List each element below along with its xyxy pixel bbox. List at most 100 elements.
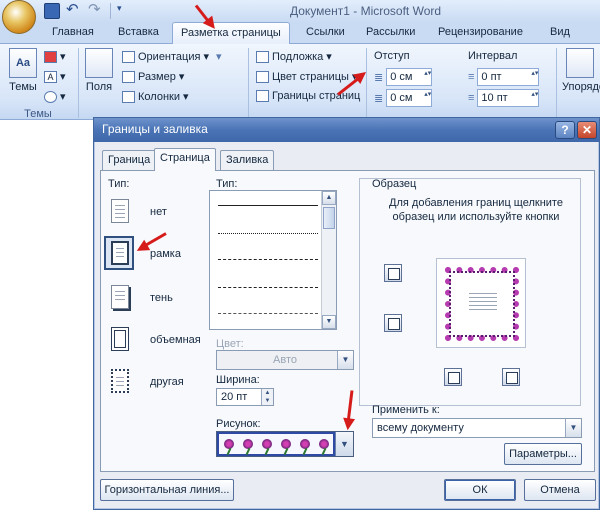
style-solid[interactable] [218,205,318,206]
scroll-thumb[interactable] [323,207,335,229]
page-color-icon [256,70,269,83]
title-bar: ↶ ↷ ▾ Документ1 - Microsoft Word [0,0,600,34]
size-icon [122,70,135,83]
left-border-button[interactable] [444,368,462,386]
margins-button[interactable]: Поля [84,48,114,93]
line-style-list[interactable]: ▲ ▼ [209,190,337,330]
theme-effects-icon [44,90,57,103]
chevron-down-icon[interactable]: ▼ [335,432,353,456]
document-area[interactable] [0,121,95,510]
setting-shadow-button[interactable] [104,280,134,314]
setting-3d-button[interactable] [104,322,134,356]
spacing-after-value[interactable]: 10 пт [477,89,540,107]
style-list-scrollbar[interactable]: ▲ ▼ [321,191,336,329]
apply-to-dropdown[interactable]: всему документу ▼ [372,418,582,438]
tab-view[interactable]: Вид [550,26,570,38]
tab-page-border[interactable]: Страница [154,148,216,171]
style-dash-dot[interactable] [218,313,318,314]
themes-button[interactable]: Aa Темы [6,48,40,93]
tab-references[interactable]: Ссылки [306,26,345,38]
tab-shading[interactable]: Заливка [220,150,275,170]
spacing-after-field[interactable]: ≡ 10 пт [468,89,540,107]
preview-text-line [469,301,497,302]
indent-right-field[interactable]: ≣ 0 см [374,89,433,107]
setting-box-label: рамка [150,248,181,260]
help-icon[interactable]: ? [555,121,575,139]
tab-review[interactable]: Рецензирование [438,26,523,38]
tab-borders[interactable]: Граница [102,150,157,170]
flower-border-art [219,434,333,454]
margins-label: Поля [85,81,113,93]
spacing-before-value[interactable]: 0 пт [477,68,540,86]
preview-text-line [469,309,497,310]
right-border-button[interactable] [502,368,520,386]
size-button[interactable]: Размер ▾ [122,70,184,83]
indent-left-value[interactable]: 0 см [386,68,433,86]
scroll-up-icon[interactable]: ▲ [322,191,336,205]
indent-right-value[interactable]: 0 см [386,89,433,107]
flower-icon [318,439,329,449]
office-button[interactable] [2,0,36,34]
tab-insert[interactable]: Вставка [118,26,159,38]
setting-label: Тип: [108,178,130,190]
page-shadow-icon [111,285,129,309]
apply-to-value: всему документу [377,422,464,434]
theme-colors-button[interactable]: ▾ [44,50,66,63]
margins-icon [85,48,113,78]
arrange-button[interactable]: Упорядо [562,48,600,93]
width-field[interactable]: 20 пт ▲ ▼ [216,388,274,406]
style-dotted[interactable] [218,233,318,234]
color-dropdown[interactable]: Авто ▼ [216,350,354,370]
spacing-before-field[interactable]: ≡ 0 пт [468,68,540,86]
preview-hint: Для добавления границ щелкните образец и… [389,197,563,223]
flower-icon [223,439,234,449]
preview-page[interactable] [436,258,526,348]
tab-home[interactable]: Главная [52,26,94,38]
page-borders-button[interactable]: Границы страниц [256,90,360,102]
style-long-dash[interactable] [218,287,318,288]
tab-mailings[interactable]: Рассылки [366,26,415,38]
watermark-label: Подложка [272,50,324,63]
orientation-button[interactable]: Ориентация ▾ [122,50,209,63]
chevron-down-icon[interactable]: ▼ [565,419,581,437]
customize-toolbar-icon[interactable]: ▾ [117,3,133,19]
options-button[interactable]: Параметры... [504,443,582,465]
chevron-down-icon[interactable]: ▼ [337,351,353,369]
top-border-button[interactable] [384,264,402,282]
theme-effects-button[interactable]: ▾ [44,90,66,103]
dialog-launcher-icon[interactable]: ▾ [216,50,222,63]
undo-icon[interactable]: ↶ [66,2,82,19]
page-color-button[interactable]: Цвет страницы ▾ [256,70,357,83]
horizontal-line-button[interactable]: Горизонтальная линия... [100,479,234,501]
art-dropdown[interactable]: ▼ [216,431,354,457]
style-dashed[interactable] [218,259,318,260]
tab-page-layout[interactable]: Разметка страницы [172,22,290,45]
indent-label: Отступ [374,50,410,62]
save-icon[interactable] [44,3,60,19]
scroll-down-icon[interactable]: ▼ [322,315,336,329]
indent-left-field[interactable]: ≣ 0 см [374,68,433,86]
theme-fonts-button[interactable]: A ▾ [44,70,66,83]
setting-none-button[interactable] [104,194,134,228]
close-icon[interactable]: ✕ [577,121,597,139]
bottom-border-button[interactable] [384,314,402,332]
spacing-label: Интервал [468,50,518,62]
setting-shadow-label: тень [150,292,173,304]
watermark-icon [256,50,269,63]
watermark-button[interactable]: Подложка ▾ [256,50,332,63]
setting-box-button[interactable] [104,236,134,270]
spacing-after-icon: ≡ [468,92,475,104]
indent-left-icon: ≣ [374,71,384,84]
cancel-button[interactable]: Отмена [524,479,596,501]
page-box-icon [111,241,129,265]
themes-label: Темы [9,81,37,93]
dialog-title: Границы и заливка [102,122,208,136]
theme-colors-icon [44,50,57,63]
ok-button[interactable]: ОК [444,479,516,501]
redo-icon[interactable]: ↷ [88,2,104,19]
width-stepper-icon[interactable]: ▲ ▼ [261,389,273,405]
preview-text-line [469,297,497,298]
setting-custom-button[interactable] [104,364,134,398]
columns-button[interactable]: Колонки ▾ [122,90,189,103]
arrange-icon [566,48,594,78]
